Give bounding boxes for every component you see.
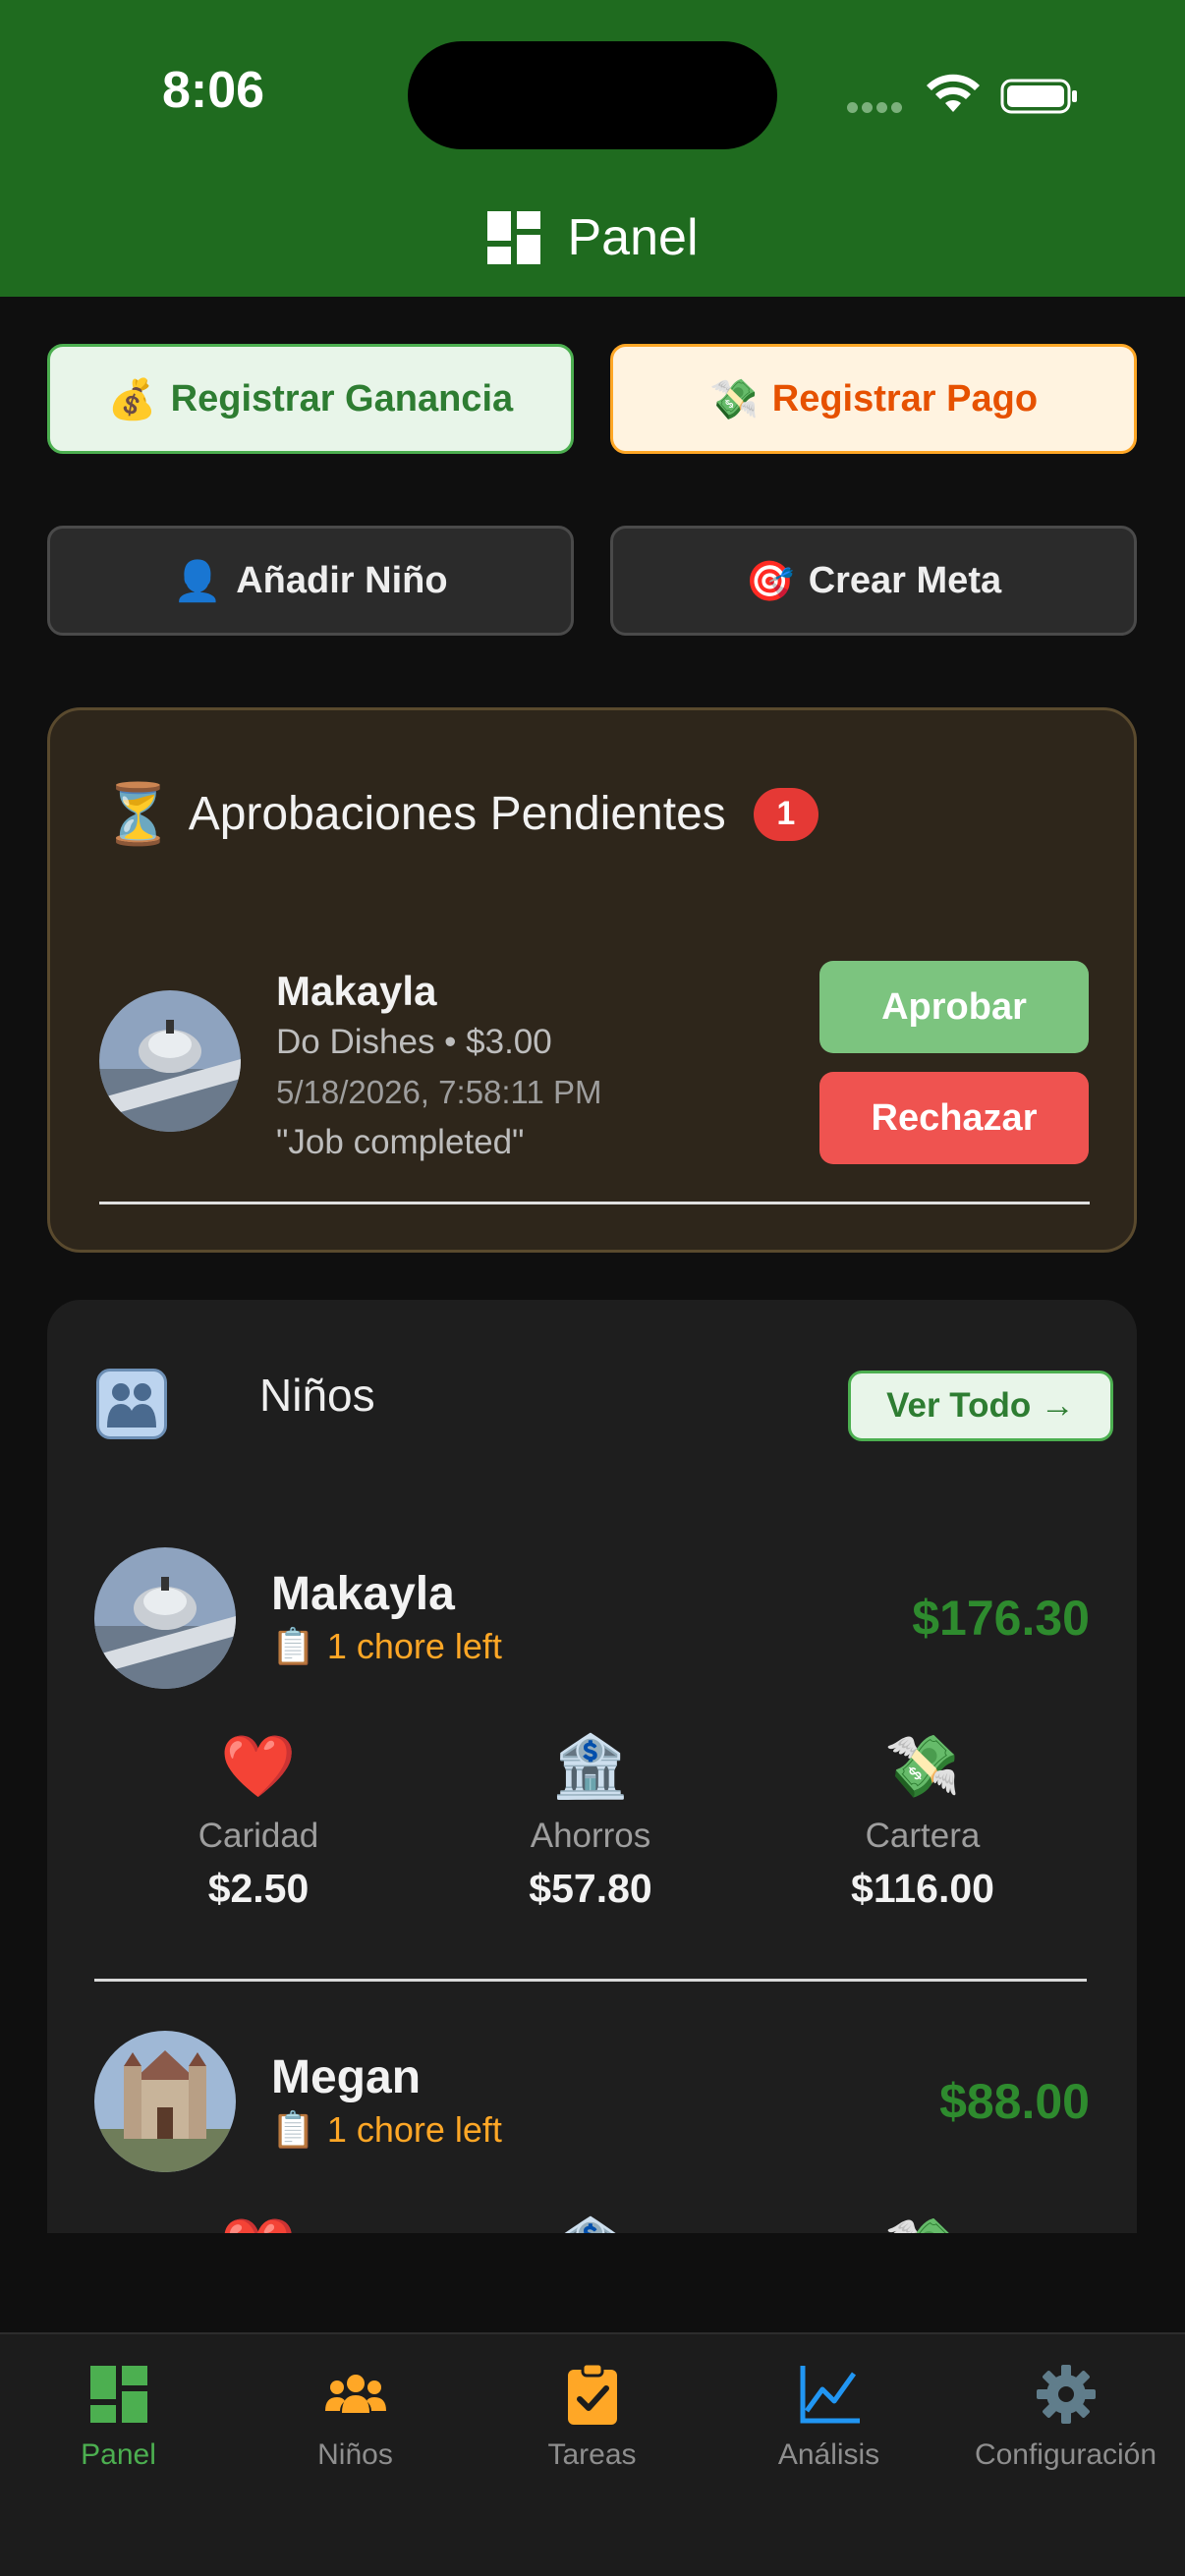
bank-icon: 🏦 bbox=[552, 1733, 629, 1801]
bucket-value: $2.50 bbox=[207, 1866, 310, 1911]
approve-button[interactable]: Aprobar bbox=[819, 961, 1089, 1053]
tab-settings[interactable]: Configuración bbox=[947, 2362, 1184, 2472]
money-wings-icon: 💸 bbox=[884, 1733, 961, 1801]
register-earning-button[interactable]: 💰 Registrar Ganancia bbox=[47, 344, 574, 454]
people-icon bbox=[324, 2375, 386, 2413]
approval-task: Do Dishes • $3.00 bbox=[276, 1023, 552, 1061]
tab-label: Análisis bbox=[777, 2438, 880, 2471]
tab-analysis[interactable]: Análisis bbox=[710, 2362, 947, 2472]
tab-label: Configuración bbox=[974, 2438, 1157, 2471]
page-title: Panel bbox=[567, 209, 699, 266]
register-earning-label: Registrar Ganancia bbox=[170, 377, 514, 420]
heart-icon: ❤️ bbox=[111, 2215, 406, 2233]
hourglass-icon: ⏳ bbox=[101, 781, 175, 847]
approval-date: 5/18/2026, 7:58:11 PM bbox=[276, 1074, 602, 1110]
tab-bar: Panel Niños Tareas Análisis Configuració… bbox=[0, 2332, 1185, 2576]
chores-left: 📋 1 chore left bbox=[271, 2109, 502, 2151]
dashboard-icon bbox=[89, 2366, 147, 2423]
money-wings-icon: 💸 bbox=[775, 2215, 1070, 2233]
tab-label: Tareas bbox=[547, 2438, 637, 2471]
clipboard-icon: 📋 bbox=[271, 1626, 315, 1666]
person-icon: 👤 bbox=[173, 559, 223, 603]
avatar[interactable] bbox=[94, 1547, 236, 1689]
bucket-value: $116.00 bbox=[851, 1866, 994, 1911]
chores-left-label: 1 chore left bbox=[326, 2109, 502, 2150]
add-child-label: Añadir Niño bbox=[236, 559, 448, 601]
bucket-wallet: 💸 Cartera $116.00 bbox=[775, 1732, 1070, 1912]
approvals-count-badge: 1 bbox=[753, 787, 818, 841]
tab-label: Niños bbox=[317, 2438, 393, 2471]
approval-child-name: Makayla bbox=[276, 968, 437, 1014]
divider bbox=[94, 1979, 1087, 1982]
heart-icon: ❤️ bbox=[220, 1733, 297, 1801]
avatar-photo bbox=[99, 990, 241, 1132]
app-header: 8:06 Panel bbox=[0, 0, 1185, 297]
target-icon: 🎯 bbox=[745, 559, 795, 603]
bucket-label: Caridad bbox=[198, 1817, 319, 1855]
bucket-label: Ahorros bbox=[530, 1817, 651, 1855]
avatar-photo bbox=[94, 1547, 236, 1689]
avatar[interactable] bbox=[94, 2031, 236, 2172]
child-name[interactable]: Makayla bbox=[271, 1567, 455, 1621]
see-all-button[interactable]: Ver Todo → bbox=[848, 1371, 1113, 1441]
register-payment-label: Registrar Pago bbox=[771, 377, 1039, 420]
chores-left: 📋 1 chore left bbox=[271, 1626, 502, 1667]
create-goal-button[interactable]: 🎯 Crear Meta bbox=[610, 526, 1137, 636]
register-payment-button[interactable]: 💸 Registrar Pago bbox=[610, 344, 1137, 454]
approval-note: "Job completed" bbox=[276, 1123, 525, 1161]
bucket-value: $57.80 bbox=[529, 1866, 652, 1911]
child-balance: $88.00 bbox=[939, 2074, 1090, 2129]
gear-icon bbox=[1036, 2365, 1096, 2424]
children-card: Niños Ver Todo → Makayla 📋 1 chore left … bbox=[47, 1300, 1137, 2233]
tab-label: Panel bbox=[81, 2438, 156, 2471]
signal-icon bbox=[847, 100, 906, 114]
avatar-photo bbox=[94, 2031, 236, 2172]
reject-button[interactable]: Rechazar bbox=[819, 1072, 1089, 1164]
approvals-header: ⏳ Aprobaciones Pendientes 1 bbox=[101, 779, 818, 849]
chart-icon bbox=[800, 2366, 860, 2424]
child-balance: $176.30 bbox=[912, 1591, 1090, 1646]
family-icon bbox=[96, 1369, 167, 1439]
clipboard-icon: 📋 bbox=[271, 2109, 315, 2150]
approvals-title: Aprobaciones Pendientes bbox=[188, 788, 726, 840]
money-bag-icon: 💰 bbox=[107, 377, 157, 421]
bucket-label: Cartera bbox=[865, 1817, 981, 1855]
child-name[interactable]: Megan bbox=[271, 2050, 421, 2104]
battery-icon bbox=[1000, 79, 1077, 114]
children-title: Niños bbox=[259, 1370, 375, 1421]
tab-panel[interactable]: Panel bbox=[0, 2362, 237, 2472]
dynamic-island bbox=[408, 41, 777, 149]
tab-chores[interactable]: Tareas bbox=[474, 2362, 710, 2472]
avatar bbox=[99, 990, 241, 1132]
add-child-button[interactable]: 👤 Añadir Niño bbox=[47, 526, 574, 636]
tab-children[interactable]: Niños bbox=[237, 2362, 474, 2472]
divider bbox=[99, 1202, 1090, 1204]
status-time: 8:06 bbox=[162, 62, 265, 119]
pending-approvals-card: ⏳ Aprobaciones Pendientes 1 Makayla Do D… bbox=[47, 707, 1137, 1253]
header-title: Panel bbox=[0, 208, 1185, 267]
bucket-wallet: 💸 bbox=[775, 2215, 1070, 2233]
bucket-savings: 🏦 bbox=[443, 2215, 738, 2233]
create-goal-label: Crear Meta bbox=[808, 559, 1002, 601]
bucket-charity: ❤️ Caridad $2.50 bbox=[111, 1732, 406, 1912]
bank-icon: 🏦 bbox=[443, 2215, 738, 2233]
dashboard-icon bbox=[486, 211, 540, 264]
wifi-icon bbox=[927, 74, 980, 112]
clipboard-check-icon bbox=[567, 2362, 617, 2425]
bucket-charity: ❤️ bbox=[111, 2215, 406, 2233]
bucket-savings: 🏦 Ahorros $57.80 bbox=[443, 1732, 738, 1912]
chores-left-label: 1 chore left bbox=[326, 1626, 502, 1666]
money-wings-icon: 💸 bbox=[708, 377, 759, 421]
